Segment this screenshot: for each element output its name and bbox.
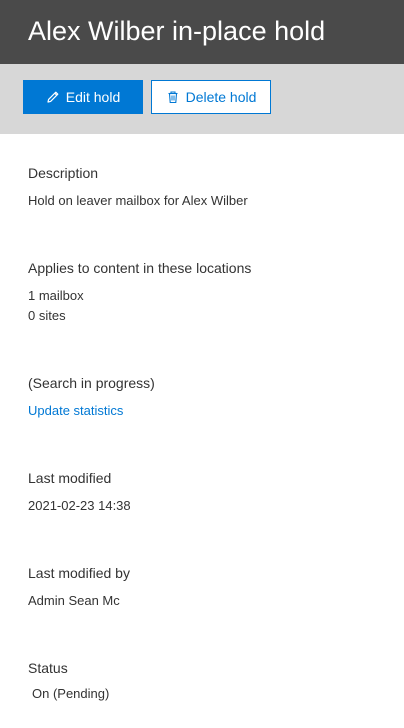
description-value: Hold on leaver mailbox for Alex Wilber — [28, 193, 248, 208]
mailbox-count: 1 mailbox — [28, 288, 84, 303]
trash-icon — [166, 90, 180, 104]
last-modified-by-label: Last modified by — [28, 565, 130, 581]
locations-label: Applies to content in these locations — [28, 260, 252, 276]
panel-header: Alex Wilber in-place hold — [0, 0, 404, 64]
edit-hold-label: Edit hold — [65, 89, 121, 105]
delete-hold-label: Delete hold — [185, 89, 257, 105]
page-title: Alex Wilber in-place hold — [28, 16, 326, 46]
site-count: 0 sites — [28, 308, 66, 323]
status-label: Status — [28, 660, 68, 676]
pencil-icon — [46, 90, 60, 104]
action-toolbar: Edit hold Delete hold — [0, 64, 404, 134]
delete-hold-button[interactable]: Delete hold — [151, 80, 271, 114]
description-label: Description — [28, 165, 99, 181]
status-value: On (Pending) — [32, 686, 110, 701]
last-modified-by-value: Admin Sean Mc — [28, 593, 120, 608]
last-modified-value: 2021-02-23 14:38 — [28, 498, 131, 513]
edit-hold-button[interactable]: Edit hold — [23, 80, 143, 114]
last-modified-label: Last modified — [28, 470, 112, 486]
update-statistics-link[interactable]: Update statistics — [28, 403, 123, 418]
search-status-label: (Search in progress) — [28, 375, 155, 391]
